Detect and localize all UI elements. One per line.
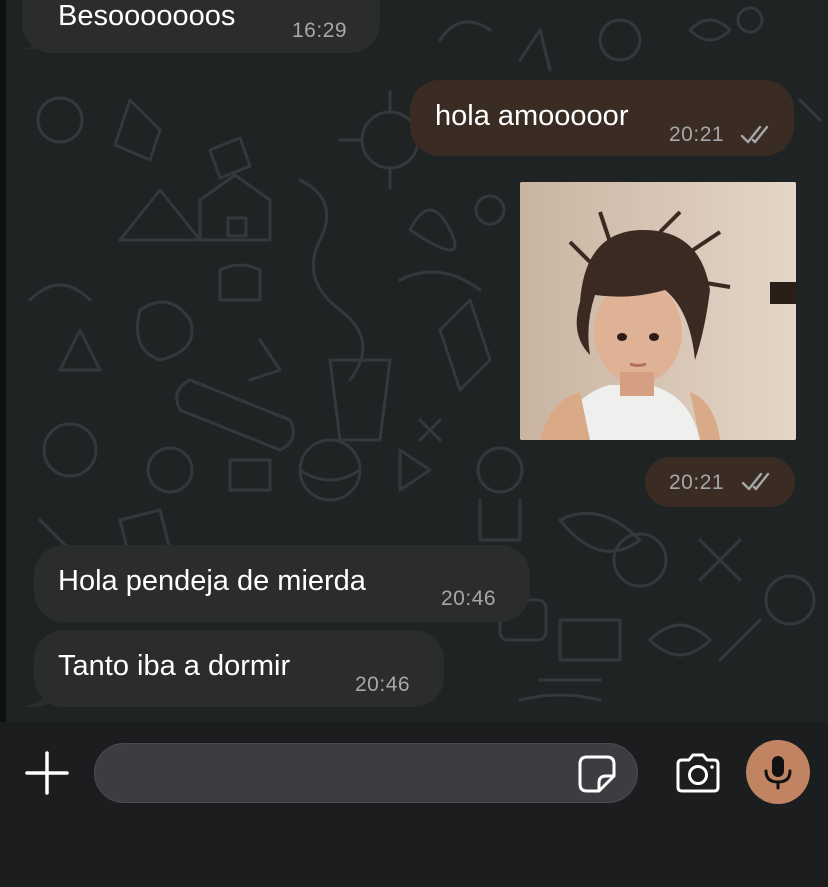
camera-icon[interactable] <box>674 752 722 794</box>
toddler-photo <box>520 182 796 440</box>
bubble-tail <box>22 22 60 50</box>
message-bubble-incoming[interactable]: Hola pendeja de mierda 20:46 <box>34 545 530 622</box>
message-bubble-incoming[interactable]: Besooooooos 16:29 <box>22 0 380 53</box>
sticker-icon[interactable] <box>577 754 617 794</box>
bubble-tail <box>22 680 60 708</box>
microphone-icon <box>764 756 792 790</box>
image-timestamp-pill: 20:21 <box>645 457 795 507</box>
chat-area[interactable]: Besooooooos 16:29 hola amooooor 20:21 20… <box>0 0 828 722</box>
message-time: 20:21 <box>669 471 725 494</box>
message-bubble-incoming[interactable]: Tanto iba a dormir 20:46 <box>34 630 444 707</box>
message-time: 16:29 <box>292 19 348 42</box>
microphone-button[interactable] <box>746 740 810 804</box>
plus-icon[interactable] <box>24 750 70 796</box>
message-input[interactable] <box>94 743 638 803</box>
image-message[interactable] <box>520 182 796 440</box>
message-text: hola amooooor <box>435 100 629 132</box>
left-edge <box>0 0 6 722</box>
message-bubble-outgoing[interactable]: hola amooooor 20:21 <box>410 80 794 156</box>
message-time: 20:46 <box>441 587 497 610</box>
message-text: Besooooooos <box>58 0 236 32</box>
message-text: Tanto iba a dormir <box>58 650 291 682</box>
message-time: 20:21 <box>669 123 725 146</box>
message-time: 20:46 <box>355 673 411 696</box>
double-check-icon <box>740 125 769 144</box>
message-text: Hola pendeja de mierda <box>58 565 366 597</box>
double-check-icon <box>741 472 770 491</box>
